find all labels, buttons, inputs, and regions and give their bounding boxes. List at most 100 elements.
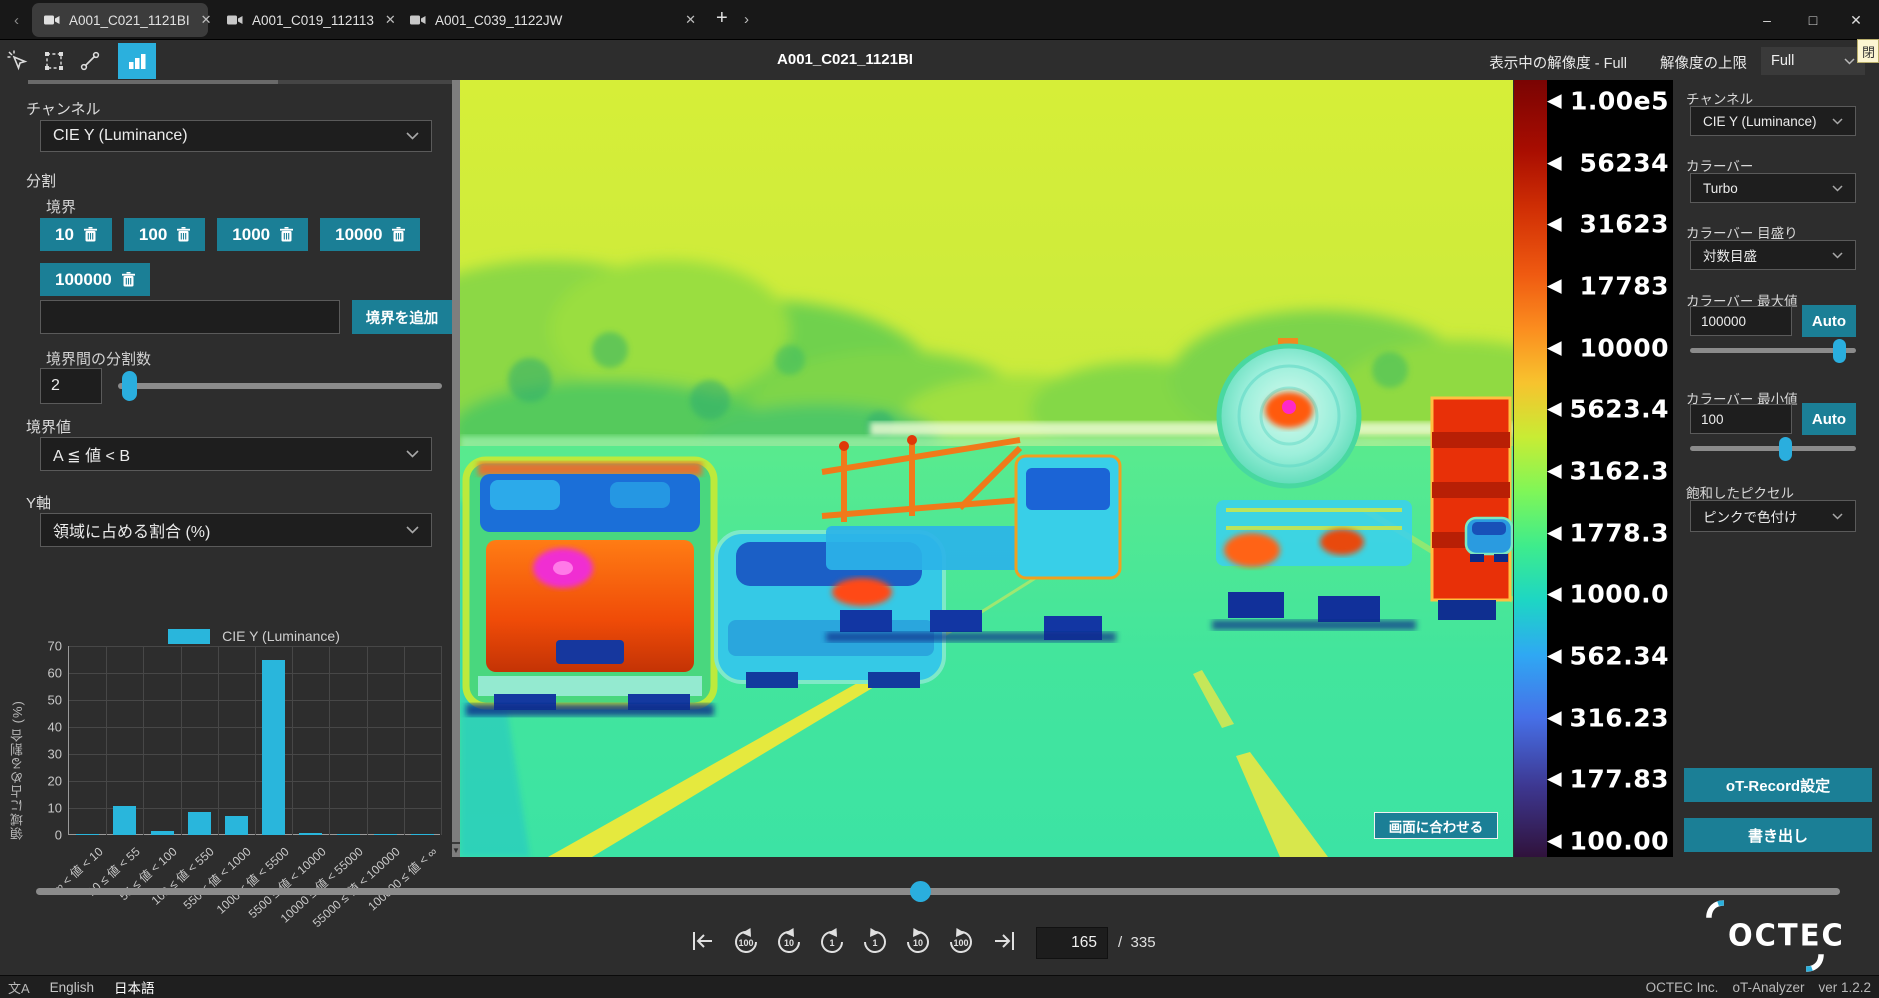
- trash-icon[interactable]: [122, 272, 135, 287]
- tick-arrow-icon: ◀: [1547, 461, 1562, 480]
- tab-a001-c039[interactable]: A001_C039_1122JW ✕: [398, 3, 710, 37]
- resolution-cap-select[interactable]: Full: [1761, 47, 1865, 75]
- scale-value: 対数目盛: [1703, 245, 1757, 265]
- clip-title: A001_C021_1121BI: [640, 51, 1050, 68]
- tab-a001-c019[interactable]: A001_C019_112113 ✕: [215, 3, 391, 37]
- tick-arrow-icon: ◀: [1547, 646, 1562, 665]
- colorbar-tick: ◀1000.0: [1547, 580, 1669, 609]
- ot-record-settings-button[interactable]: oT-Record設定: [1684, 768, 1872, 802]
- colormap-select[interactable]: Turbo: [1690, 173, 1856, 203]
- tick-arrow-icon: ◀: [1547, 215, 1562, 234]
- rect-select-tool-button[interactable]: [38, 45, 70, 77]
- tick-arrow-icon: ◀: [1547, 276, 1562, 295]
- tab-scroll-left-icon[interactable]: ‹: [14, 12, 19, 29]
- svg-text:100: 100: [738, 938, 753, 948]
- tab-close-icon[interactable]: ✕: [383, 12, 398, 28]
- scale-label: カラーバー 目盛り: [1686, 222, 1798, 242]
- skip-start-button[interactable]: [688, 926, 718, 956]
- colorbar-tick: ◀177.83: [1547, 765, 1669, 794]
- scale-select[interactable]: 対数目盛: [1690, 240, 1856, 270]
- channel-select[interactable]: CIE Y (Luminance): [40, 120, 432, 152]
- new-tab-button[interactable]: +: [716, 7, 728, 30]
- trash-icon[interactable]: [392, 227, 405, 242]
- tab-scroll-right-icon[interactable]: ›: [744, 11, 749, 28]
- trash-icon[interactable]: [280, 227, 293, 242]
- colorbar-max-auto-button[interactable]: Auto: [1802, 305, 1856, 337]
- skip-end-button[interactable]: [989, 926, 1019, 956]
- saturated-value: ピンクで色付け: [1703, 506, 1798, 526]
- histogram-settings-panel: チャンネル CIE Y (Luminance) 分割 境界 1010010001…: [0, 80, 452, 857]
- vehicle-van: [466, 460, 714, 716]
- colorbar-max-input[interactable]: 100000: [1690, 306, 1792, 336]
- frame-number-input[interactable]: 165: [1036, 927, 1108, 959]
- add-boundary-button[interactable]: 境界を追加: [352, 300, 452, 334]
- line-measure-tool-button[interactable]: [74, 45, 106, 77]
- colorbar-tick: ◀56234: [1547, 148, 1669, 177]
- smart-select-tool-button[interactable]: [2, 45, 34, 77]
- tick-arrow-icon: ◀: [1547, 523, 1562, 542]
- colorbar-tick: ◀17783: [1547, 271, 1669, 300]
- tab-close-icon[interactable]: ✕: [199, 12, 214, 28]
- chevron-down-icon: [1844, 58, 1855, 65]
- fit-to-screen-button[interactable]: 画面に合わせる: [1374, 812, 1498, 839]
- tick-arrow-icon: ◀: [1547, 400, 1562, 419]
- panel-horizontal-scrollbar[interactable]: [28, 80, 452, 84]
- back-10-button[interactable]: 10: [774, 926, 804, 956]
- boundary-list: 10 100 1000 10000 100000: [40, 218, 454, 296]
- language-english-button[interactable]: English: [50, 980, 94, 995]
- tab-a001-c021[interactable]: A001_C021_1121BI ✕: [32, 3, 208, 37]
- tab-label: A001_C021_1121BI: [69, 13, 190, 28]
- boundary-chip-1000[interactable]: 1000: [217, 218, 308, 251]
- colorbar-tick: ◀31623: [1547, 210, 1669, 239]
- timeline-slider[interactable]: [36, 888, 1840, 895]
- divisions-input[interactable]: 2: [40, 368, 102, 404]
- export-button[interactable]: 書き出し: [1684, 818, 1872, 852]
- saturated-select[interactable]: ピンクで色付け: [1690, 500, 1856, 532]
- divisions-label: 境界間の分割数: [46, 348, 151, 369]
- boundary-chip-100[interactable]: 100: [124, 218, 205, 251]
- boundary-chip-100000[interactable]: 100000: [40, 263, 150, 296]
- colorbar-max-slider-thumb[interactable]: [1833, 339, 1846, 363]
- colorbar-max-slider[interactable]: [1690, 348, 1856, 353]
- divisions-slider[interactable]: [118, 383, 442, 389]
- tick-arrow-icon: ◀: [1547, 770, 1562, 789]
- forward-100-button[interactable]: 100: [946, 926, 976, 956]
- new-boundary-input[interactable]: [40, 300, 340, 334]
- svg-text:1: 1: [829, 938, 834, 948]
- back-1-button[interactable]: 1: [817, 926, 847, 956]
- colorbar-min-slider[interactable]: [1690, 446, 1856, 451]
- close-button[interactable]: ✕: [1833, 0, 1879, 40]
- boundary-chip-10[interactable]: 10: [40, 218, 112, 251]
- timeline-slider-thumb[interactable]: [910, 881, 931, 902]
- chart-bar: [337, 834, 360, 835]
- legend-label: CIE Y (Luminance): [222, 628, 340, 644]
- forward-10-button[interactable]: 10: [903, 926, 933, 956]
- back-100-button[interactable]: 100: [731, 926, 761, 956]
- display-settings-panel: チャンネル CIE Y (Luminance) カラーバー Turbo カラーバ…: [1673, 80, 1879, 857]
- image-viewport[interactable]: [460, 80, 1513, 857]
- octec-logo: OCTEC: [1700, 896, 1830, 976]
- colorbar-min-input[interactable]: 100: [1690, 404, 1792, 434]
- minimize-button[interactable]: –: [1744, 0, 1790, 40]
- tab-close-icon[interactable]: ✕: [683, 12, 698, 28]
- rp-channel-select[interactable]: CIE Y (Luminance): [1690, 106, 1856, 136]
- yaxis-select[interactable]: 領域に占める割合 (%): [40, 513, 432, 547]
- histogram-tool-button[interactable]: [118, 43, 156, 79]
- boundary-value: 10: [55, 225, 74, 245]
- panel-vertical-scrollbar[interactable]: ▼: [452, 80, 460, 857]
- trash-icon[interactable]: [177, 227, 190, 242]
- forward-1-button[interactable]: 1: [860, 926, 890, 956]
- boundary-chip-10000[interactable]: 10000: [320, 218, 420, 251]
- colorbar-tick: ◀1778.3: [1547, 518, 1669, 547]
- colorbar-min-auto-button[interactable]: Auto: [1802, 403, 1856, 435]
- maximize-button[interactable]: □: [1790, 0, 1836, 40]
- svg-text:1: 1: [872, 938, 877, 948]
- boundary-mode-select[interactable]: A ≦ 値 < B: [40, 437, 432, 471]
- scrollbar-down-arrow-icon[interactable]: ▼: [452, 844, 460, 857]
- tick-arrow-icon: ◀: [1547, 92, 1562, 111]
- divisions-slider-thumb[interactable]: [122, 371, 137, 401]
- trash-icon[interactable]: [84, 227, 97, 242]
- language-japanese-button[interactable]: 日本語: [114, 977, 155, 997]
- video-camera-icon: [227, 14, 243, 26]
- colorbar-min-slider-thumb[interactable]: [1779, 437, 1792, 461]
